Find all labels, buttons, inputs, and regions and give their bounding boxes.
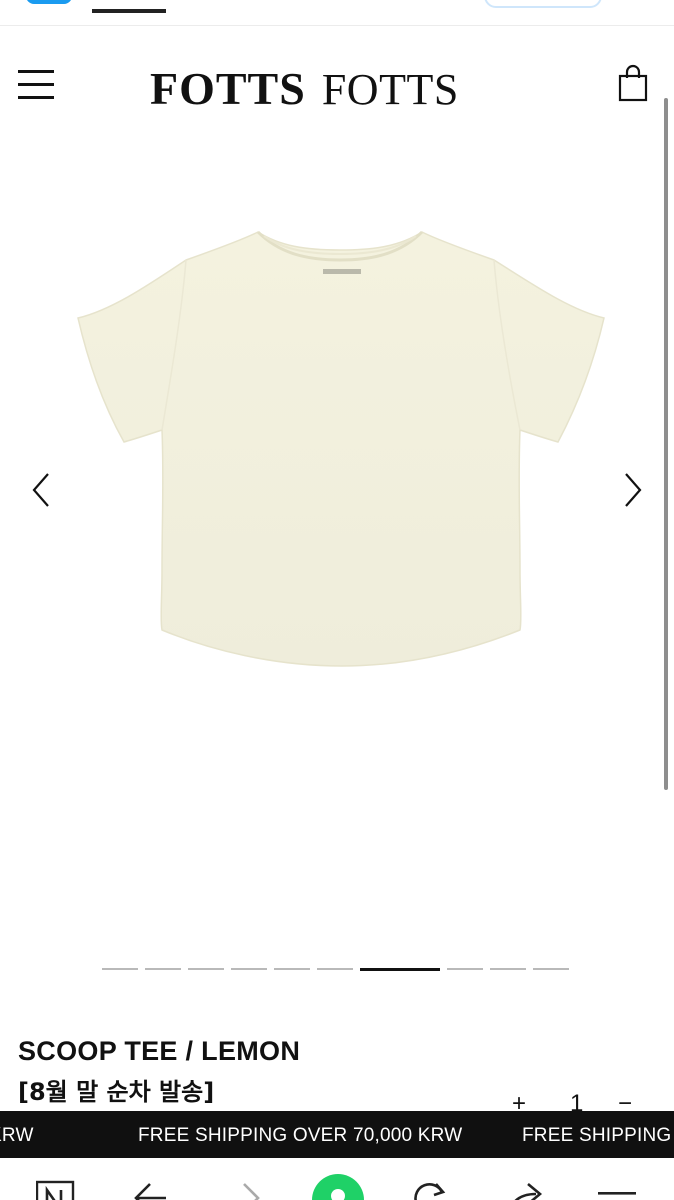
banner-text: FREE SHIPPING O bbox=[522, 1125, 674, 1146]
slide-indicator[interactable] bbox=[447, 968, 483, 970]
chevron-left-icon[interactable] bbox=[26, 468, 56, 512]
slide-indicator[interactable] bbox=[145, 968, 181, 970]
logo-bold-text: FOTTS bbox=[150, 63, 306, 114]
slide-indicator[interactable] bbox=[317, 968, 353, 970]
slide-indicator[interactable] bbox=[231, 968, 267, 970]
shipping-notice: [8월 말 순차 발송] bbox=[18, 1078, 215, 1106]
slide-indicator[interactable] bbox=[102, 968, 138, 970]
banner-text: FREE SHIPPING OVER 70,000 KRW bbox=[138, 1125, 463, 1146]
refresh-icon[interactable] bbox=[410, 1180, 450, 1200]
brand-logo[interactable]: FOTTS FOTTS bbox=[150, 62, 530, 114]
back-icon[interactable] bbox=[130, 1180, 170, 1200]
slide-indicators bbox=[102, 968, 569, 971]
product-image bbox=[70, 220, 610, 690]
browser-tab-strip bbox=[0, 0, 674, 26]
slide-indicator[interactable] bbox=[533, 968, 569, 970]
share-icon[interactable] bbox=[506, 1180, 546, 1200]
shipping-banner: 00 KRW FREE SHIPPING OVER 70,000 KRW FRE… bbox=[0, 1111, 674, 1158]
product-gallery[interactable] bbox=[0, 150, 664, 950]
naver-icon[interactable] bbox=[35, 1180, 76, 1200]
home-icon[interactable] bbox=[312, 1174, 364, 1200]
slide-indicator[interactable] bbox=[490, 968, 526, 970]
active-tab-indicator bbox=[92, 9, 166, 13]
page-scrollbar[interactable] bbox=[664, 98, 668, 790]
banner-text: 00 KRW bbox=[0, 1125, 34, 1146]
slide-indicator[interactable] bbox=[274, 968, 310, 970]
logo-light-text: FOTTS bbox=[321, 65, 459, 114]
forward-icon[interactable] bbox=[228, 1180, 268, 1200]
chevron-right-icon[interactable] bbox=[618, 468, 648, 512]
app-tab-pill[interactable] bbox=[26, 0, 72, 4]
menu-icon[interactable] bbox=[18, 70, 56, 100]
slide-indicator-active[interactable] bbox=[360, 968, 440, 971]
product-title: SCOOP TEE / LEMON bbox=[18, 1036, 301, 1066]
top-pill-button[interactable] bbox=[484, 0, 602, 8]
site-header: FOTTS FOTTS bbox=[0, 26, 674, 146]
quantity-stepper: + 1 − bbox=[510, 1090, 650, 1117]
shopping-bag-icon[interactable] bbox=[618, 64, 648, 104]
browser-bottom-nav bbox=[0, 1158, 674, 1200]
slide-indicator[interactable] bbox=[188, 968, 224, 970]
more-menu-icon[interactable] bbox=[598, 1180, 638, 1200]
